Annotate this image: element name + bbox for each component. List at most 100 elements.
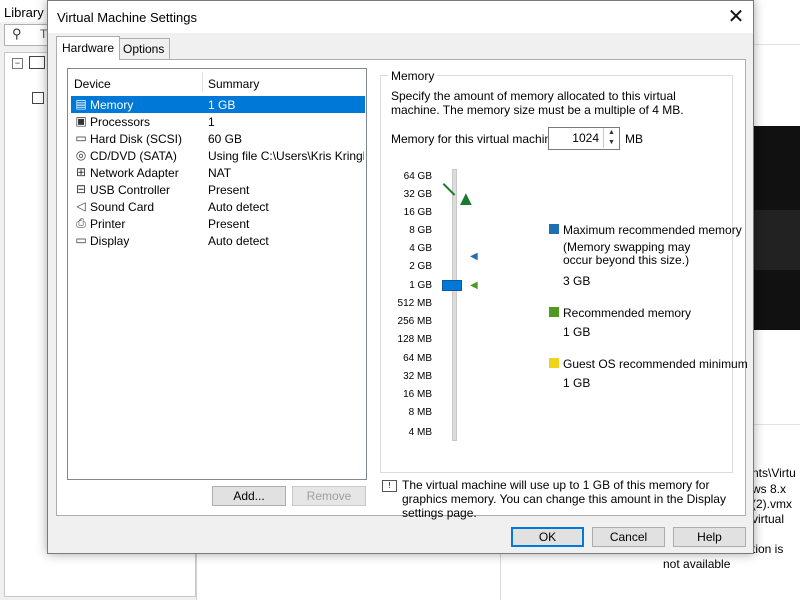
- recommended-value: 1 GB: [563, 325, 591, 339]
- close-icon[interactable]: ✕: [720, 2, 752, 32]
- display-icon: ▭: [75, 233, 87, 247]
- device-summary: NAT: [208, 166, 232, 180]
- device-summary: Auto detect: [208, 234, 269, 248]
- memory-value-input[interactable]: 1024: [549, 131, 599, 145]
- device-summary: 1: [208, 115, 215, 129]
- device-row-memory[interactable]: ▤ Memory 1 GB: [71, 96, 365, 113]
- library-title: Library: [4, 5, 44, 20]
- device-name: Network Adapter: [90, 166, 179, 180]
- device-summary: 60 GB: [208, 132, 243, 146]
- usb-icon: ⊟: [75, 182, 87, 196]
- device-row-display[interactable]: ▭ Display Auto detect: [71, 232, 365, 249]
- search-icon: ⚲: [12, 26, 22, 41]
- device-row-printer[interactable]: ⎙ Printer Present: [71, 215, 365, 232]
- tab-options[interactable]: Options: [117, 38, 171, 59]
- christmas-tree-icon: ▲: [456, 188, 476, 210]
- vm-path-line-2: ws 8.x: [752, 482, 787, 496]
- spin-up-icon[interactable]: ▲: [603, 128, 619, 138]
- max-swatch: [549, 224, 559, 234]
- device-summary: Using file C:\Users\Kris Kringl...: [208, 149, 364, 163]
- memory-group-title: Memory: [388, 69, 438, 83]
- memory-spinner[interactable]: 1024 ▲ ▼: [548, 127, 620, 150]
- scale-label: 1 GB: [409, 280, 432, 291]
- vm-info-line-1: virtual: [752, 512, 785, 526]
- spin-down-icon[interactable]: ▼: [603, 138, 619, 148]
- scale-label: 64 GB: [403, 171, 432, 182]
- recommended-marker-icon: ◀: [470, 280, 478, 291]
- network-icon: ⊞: [75, 165, 87, 179]
- device-row-cd-dvd[interactable]: ◎ CD/DVD (SATA) Using file C:\Users\Kris…: [71, 147, 365, 164]
- memory-slider-thumb[interactable]: [442, 280, 462, 291]
- memory-field-label: Memory for this virtual machine:: [391, 132, 562, 146]
- device-name: Display: [90, 234, 130, 248]
- device-name: CD/DVD (SATA): [90, 149, 177, 163]
- dialog-title: Virtual Machine Settings: [57, 10, 197, 25]
- hard-disk-icon: ▭: [75, 131, 87, 145]
- scale-label: 32 GB: [403, 189, 432, 200]
- max-recommended-value: 3 GB: [563, 274, 591, 288]
- guest-min-value: 1 GB: [563, 376, 591, 390]
- device-name: Memory: [90, 98, 134, 112]
- device-name: Processors: [90, 115, 151, 129]
- remove-device-button[interactable]: Remove: [292, 486, 366, 506]
- cancel-button[interactable]: Cancel: [592, 527, 665, 547]
- tab-hardware[interactable]: Hardware: [56, 36, 121, 60]
- tree-collapse-icon[interactable]: −: [12, 58, 23, 69]
- device-name: USB Controller: [90, 183, 171, 197]
- scale-label: 128 MB: [397, 334, 432, 345]
- vm-screen-inner: [752, 210, 800, 270]
- vm-path-line-1: nts\Virtu: [752, 466, 796, 480]
- cd-icon: ◎: [75, 148, 87, 162]
- column-header-device[interactable]: Device: [74, 77, 111, 91]
- max-recommended-note: (Memory swapping may occur beyond this s…: [563, 240, 691, 267]
- device-summary: Present: [208, 217, 250, 231]
- add-device-button[interactable]: Add...: [212, 486, 286, 506]
- info-icon: !: [382, 480, 397, 492]
- scale-label: 8 MB: [408, 407, 432, 418]
- scale-label: 512 MB: [397, 298, 432, 309]
- dialog-titlebar[interactable]: Virtual Machine Settings ✕: [48, 1, 753, 33]
- printer-icon: ⎙: [76, 216, 86, 230]
- memory-unit: MB: [625, 132, 643, 146]
- speaker-icon: ◁: [76, 199, 86, 213]
- device-name: Printer: [90, 217, 126, 231]
- vm-path-line-3: (2).vmx: [752, 497, 792, 511]
- scale-label: 64 MB: [403, 353, 432, 364]
- scale-label: 16 GB: [403, 207, 432, 218]
- ok-button[interactable]: OK: [511, 527, 584, 547]
- device-row-hard-disk[interactable]: ▭ Hard Disk (SCSI) 60 GB: [71, 130, 365, 147]
- vm-info-line-3: not available: [663, 557, 731, 571]
- device-row-usb-controller[interactable]: ⊟ USB Controller Present: [71, 181, 365, 198]
- vm-icon[interactable]: [32, 92, 44, 104]
- device-summary: Present: [208, 183, 250, 197]
- memory-description: Specify the amount of memory allocated t…: [391, 89, 684, 117]
- device-name: Sound Card: [90, 200, 155, 214]
- vm-info-line-2: tion is: [752, 542, 784, 556]
- scale-label: 256 MB: [397, 316, 432, 327]
- scale-label: 16 MB: [403, 389, 432, 400]
- device-name: Hard Disk (SCSI): [90, 132, 183, 146]
- scale-label: 4 MB: [408, 427, 432, 438]
- memory-icon: ▤: [75, 97, 87, 111]
- max-recommended-marker-icon: ◀: [470, 251, 478, 262]
- guest-swatch: [549, 358, 559, 368]
- max-recommended-title: Maximum recommended memory: [563, 223, 742, 237]
- graphics-memory-info: The virtual machine will use up to 1 GB …: [402, 478, 726, 520]
- device-summary: Auto detect: [208, 200, 269, 214]
- device-row-processors[interactable]: ▣ Processors 1: [71, 113, 365, 130]
- device-list-header: Device Summary: [68, 69, 366, 94]
- device-summary: 1 GB: [208, 98, 236, 112]
- help-button[interactable]: Help: [673, 527, 746, 547]
- scale-label: 32 MB: [403, 371, 432, 382]
- device-list[interactable]: Device Summary ▤ Memory 1 GB ▣ Processor…: [67, 68, 367, 480]
- rec-swatch: [549, 307, 559, 317]
- recommended-title: Recommended memory: [563, 306, 692, 320]
- computer-icon: [29, 56, 45, 69]
- column-separator[interactable]: [202, 72, 203, 92]
- scale-label: 4 GB: [409, 243, 432, 254]
- processor-icon: ▣: [75, 114, 87, 128]
- device-row-sound-card[interactable]: ◁ Sound Card Auto detect: [71, 198, 365, 215]
- device-row-network-adapter[interactable]: ⊞ Network Adapter NAT: [71, 164, 365, 181]
- column-header-summary[interactable]: Summary: [208, 77, 259, 91]
- vm-settings-dialog: Virtual Machine Settings ✕ Hardware Opti…: [47, 0, 754, 554]
